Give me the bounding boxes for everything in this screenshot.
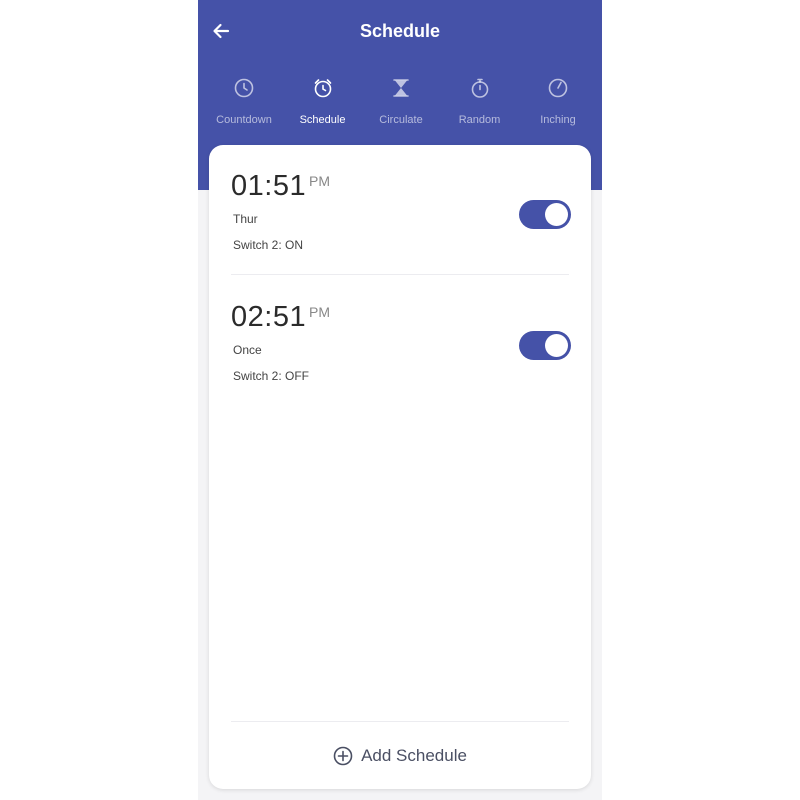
schedule-repeat: Once	[233, 343, 262, 357]
tab-schedule[interactable]: Schedule	[287, 75, 359, 135]
tab-circulate[interactable]: Circulate	[365, 75, 437, 135]
schedule-item[interactable]: 02:51 PM Once Switch 2: OFF	[209, 276, 591, 406]
divider	[231, 274, 569, 275]
schedule-ampm: PM	[309, 173, 330, 189]
tab-label: Schedule	[299, 114, 346, 126]
page-title: Schedule	[359, 21, 441, 41]
schedule-item[interactable]: 01:51 PM Thur Switch 2: ON	[209, 145, 591, 275]
tab-inching[interactable]: Inching	[522, 75, 594, 135]
alarm-clock-icon	[314, 79, 331, 98]
schedule-list-card: 01:51 PM Thur Switch 2: ON 02:51 PM Once…	[209, 145, 591, 789]
tab-label: Random	[458, 114, 501, 126]
schedule-time: 02:51	[231, 301, 307, 333]
tab-random[interactable]: Random	[444, 75, 516, 135]
schedule-time: 01:51	[231, 170, 307, 202]
clock-hand-icon	[548, 78, 568, 98]
schedule-action: Switch 2: OFF	[233, 369, 310, 383]
toggle-knob	[545, 203, 568, 226]
add-schedule-label: Add Schedule	[361, 746, 467, 765]
tab-label: Circulate	[379, 114, 423, 126]
clock-icon	[234, 78, 254, 98]
tab-label: Inching	[540, 114, 576, 126]
schedule-ampm: PM	[309, 304, 330, 320]
schedule-toggle[interactable]	[519, 200, 571, 229]
tab-label: Countdown	[216, 114, 272, 126]
schedule-action: Switch 2: ON	[233, 238, 304, 252]
mode-tabs: Countdown Schedule Circulate Random Inch…	[208, 75, 594, 135]
schedule-repeat: Thur	[233, 212, 258, 226]
stopwatch-icon	[471, 78, 488, 98]
toggle-knob	[545, 334, 568, 357]
add-schedule-button[interactable]: Add Schedule	[209, 741, 591, 771]
tab-countdown[interactable]: Countdown	[208, 75, 280, 135]
app-screen: Schedule Countdown Schedule Circulate Ra…	[198, 0, 602, 800]
plus-circle-icon	[333, 746, 353, 766]
schedule-toggle[interactable]	[519, 331, 571, 360]
divider	[231, 721, 569, 722]
hourglass-icon	[393, 79, 409, 97]
